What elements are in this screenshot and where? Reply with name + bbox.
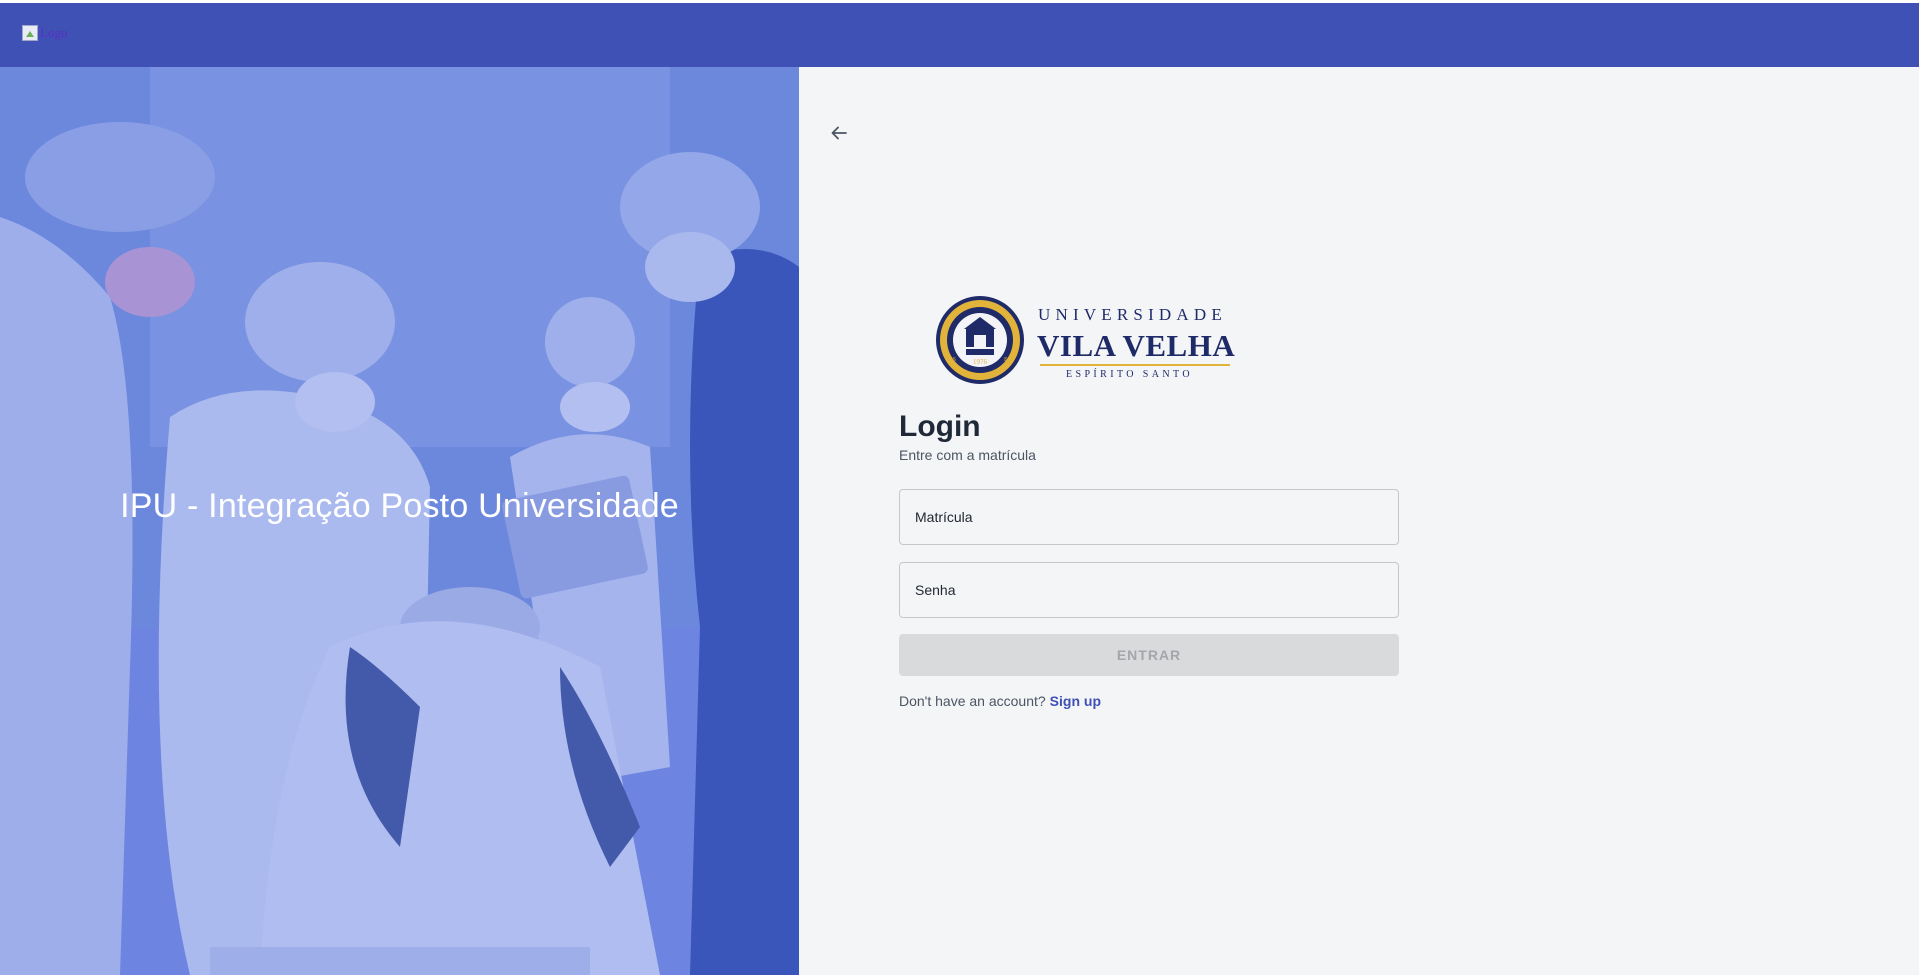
university-logo: 1976 ES ES UNIVERSIDADE VILA VELHA ESPÍR… — [936, 293, 1235, 388]
university-logo-line1: UNIVERSIDADE — [1038, 305, 1227, 324]
senha-field[interactable] — [899, 562, 1399, 618]
university-logo-rule — [1040, 364, 1230, 366]
entrar-button[interactable]: ENTRAR — [899, 634, 1399, 676]
hero-panel: IPU - Integração Posto Universidade — [0, 67, 799, 975]
signup-link[interactable]: Sign up — [1050, 693, 1101, 709]
back-button[interactable] — [825, 119, 853, 147]
senha-input[interactable] — [913, 563, 1398, 617]
arrow-left-icon — [831, 126, 847, 140]
university-logo-line3: ESPÍRITO SANTO — [1066, 369, 1193, 380]
login-title: Login — [899, 410, 981, 443]
matricula-field[interactable] — [899, 489, 1399, 545]
signup-row: Don't have an account? Sign up — [899, 693, 1101, 709]
app-logo[interactable]: Logo — [22, 25, 67, 41]
app-bar: Logo — [0, 3, 1919, 67]
broken-image-icon — [22, 25, 38, 41]
seal-left-text: ES — [949, 357, 956, 363]
login-subtitle: Entre com a matrícula — [899, 447, 1036, 463]
university-logo-line2: VILA VELHA — [1037, 328, 1236, 363]
app-logo-alt-text: Logo — [40, 25, 68, 40]
seal-right-text: ES — [1004, 357, 1011, 363]
login-panel: 1976 ES ES UNIVERSIDADE VILA VELHA ESPÍR… — [799, 67, 1919, 975]
matricula-input[interactable] — [913, 490, 1398, 544]
seal-year: 1976 — [973, 358, 988, 366]
hero-title: IPU - Integração Posto Universidade — [120, 487, 679, 525]
signup-prompt: Don't have an account? — [899, 693, 1046, 709]
